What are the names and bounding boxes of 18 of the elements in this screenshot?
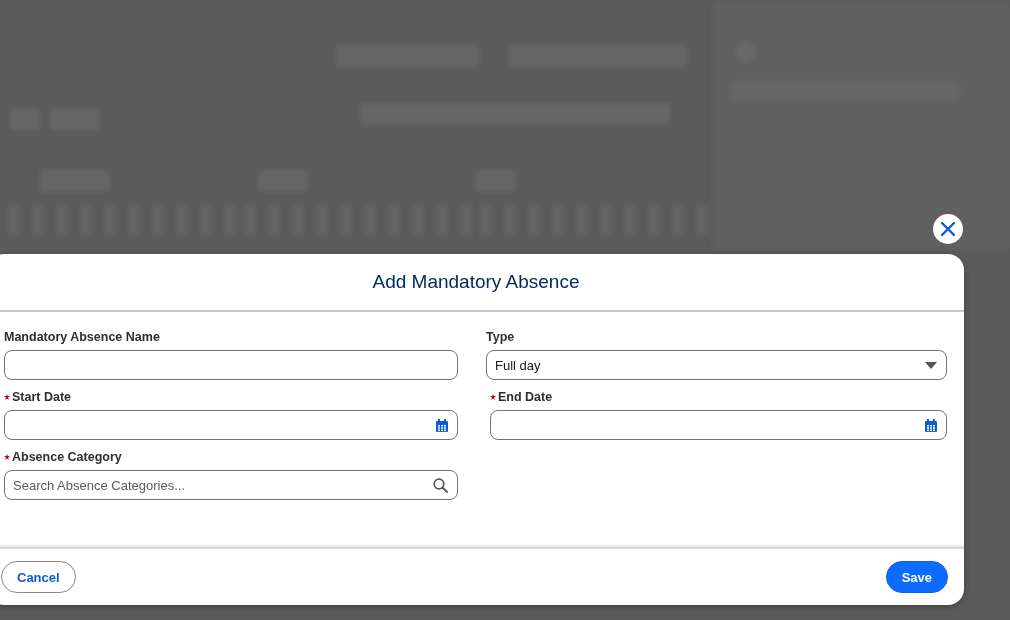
field-label: End Date (498, 390, 553, 404)
type-dropdown[interactable]: Full day (486, 350, 947, 380)
cancel-button[interactable]: Cancel (1, 561, 76, 593)
save-button[interactable]: Save (885, 561, 948, 593)
close-icon (940, 221, 956, 237)
field-label: Start Date (12, 390, 72, 404)
field-label: Type (486, 330, 515, 344)
modal-title: Add Mandatory Absence (372, 271, 580, 293)
search-field[interactable]: Search Absence Categories... (4, 470, 458, 500)
date-field[interactable] (490, 410, 947, 440)
calendar-icon[interactable] (925, 418, 937, 432)
date-field[interactable] (4, 410, 458, 440)
caret-icon (925, 361, 937, 369)
field-label: Mandatory Absence Name (4, 330, 160, 344)
text-field[interactable] (4, 350, 458, 380)
field-label: Absence Category (12, 450, 122, 464)
calendar-icon[interactable] (436, 418, 448, 432)
search-icon (433, 477, 448, 493)
